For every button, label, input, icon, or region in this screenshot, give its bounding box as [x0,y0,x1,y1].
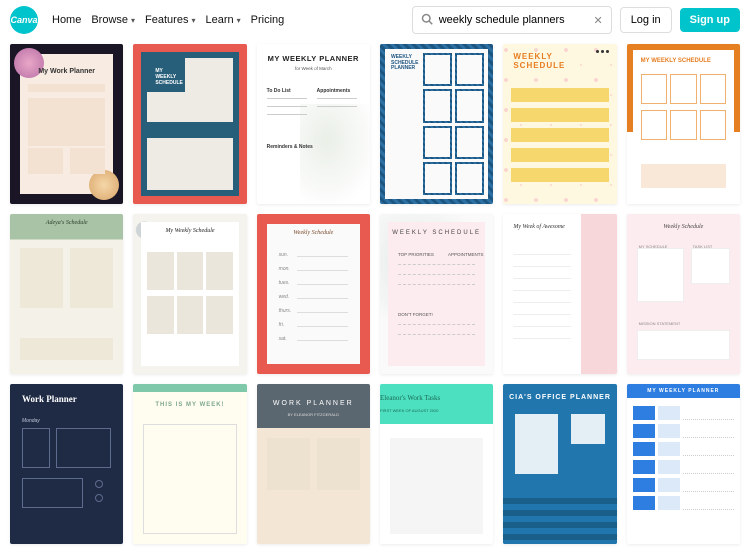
nav-browse[interactable]: Browse▾ [91,14,135,26]
template-card[interactable]: WEEKLY SCHEDULE TOP PRIORITIES APPOINTME… [380,214,493,374]
more-icon[interactable] [596,50,609,53]
template-card[interactable]: Adeya's Schedule [10,214,123,374]
signup-button[interactable]: Sign up [680,8,740,32]
search-box[interactable]: ✕ [412,6,612,34]
template-title: Adeya's Schedule [10,220,123,226]
template-title: WEEKLYSCHEDULE [513,52,565,70]
nav-pricing[interactable]: Pricing [251,14,285,26]
template-card[interactable]: My Work Planner [10,44,123,204]
template-title: Eleanor's Work Tasks [380,394,493,402]
search-icon [421,13,433,28]
template-title: MY WEEKLY SCHEDULE [641,58,711,64]
canva-logo[interactable]: Canva [10,6,38,34]
template-card[interactable]: MY WEEKLY PLANNER [627,384,740,544]
template-title: Work Planner [22,394,77,404]
clear-search-icon[interactable]: ✕ [593,14,602,27]
template-title: MY WEEKLY SCHEDULE [155,68,183,86]
nav-learn[interactable]: Learn▾ [205,14,240,26]
template-card[interactable]: CIA'S OFFICE PLANNER [503,384,616,544]
template-title: WEEKLY SCHEDULE PLANNER [391,55,421,72]
chevron-down-icon: ▾ [191,16,195,25]
template-title: My Week of Awesome [513,224,565,230]
template-title: MY WEEKLY PLANNER [257,54,370,63]
search-input[interactable] [439,14,588,26]
template-card[interactable]: MY WEEKLY PLANNER for Week of March To D… [257,44,370,204]
nav-home[interactable]: Home [52,14,81,26]
template-card[interactable]: MY WEEKLY SCHEDULE [133,44,246,204]
template-card[interactable]: My Week of Awesome [503,214,616,374]
template-card[interactable]: THIS IS MY WEEK! [133,384,246,544]
template-card[interactable]: WEEKLYSCHEDULE [503,44,616,204]
template-card[interactable]: Work Planner Monday [10,384,123,544]
template-title: WORK PLANNER [257,400,370,407]
template-title: CIA'S OFFICE PLANNER [503,394,616,401]
chevron-down-icon: ▾ [237,16,241,25]
nav-features[interactable]: Features▾ [145,14,195,26]
template-title: Weekly Schedule [627,224,740,230]
template-card[interactable]: Eleanor's Work Tasks FIRST WEEK OF AUGUS… [380,384,493,544]
template-card[interactable]: Weekly Schedule MY SCHEDULE TASK LIST MI… [627,214,740,374]
template-card[interactable]: WEEKLY SCHEDULE PLANNER [380,44,493,204]
template-title: Weekly Schedule [267,230,360,236]
template-title: MY WEEKLY PLANNER [627,384,740,398]
template-card[interactable]: MY WEEKLY SCHEDULE [627,44,740,204]
template-card[interactable]: WORK PLANNER BY ELEANOR FITZGERALD [257,384,370,544]
template-title: WEEKLY SCHEDULE [388,230,485,236]
template-title: THIS IS MY WEEK! [133,402,246,408]
template-title: My Work Planner [20,68,113,75]
main-nav: Home Browse▾ Features▾ Learn▾ Pricing [52,14,284,26]
top-bar: Canva Home Browse▾ Features▾ Learn▾ Pric… [0,0,750,40]
login-button[interactable]: Log in [620,7,672,33]
template-card[interactable]: Weekly Schedule sun. mon. tues. wed. thu… [257,214,370,374]
chevron-down-icon: ▾ [131,16,135,25]
template-title: My Weekly Schedule [141,228,238,234]
template-card[interactable]: My Weekly Schedule [133,214,246,374]
template-grid: My Work Planner MY WEEKLY SCHEDULE MY WE… [0,40,750,554]
